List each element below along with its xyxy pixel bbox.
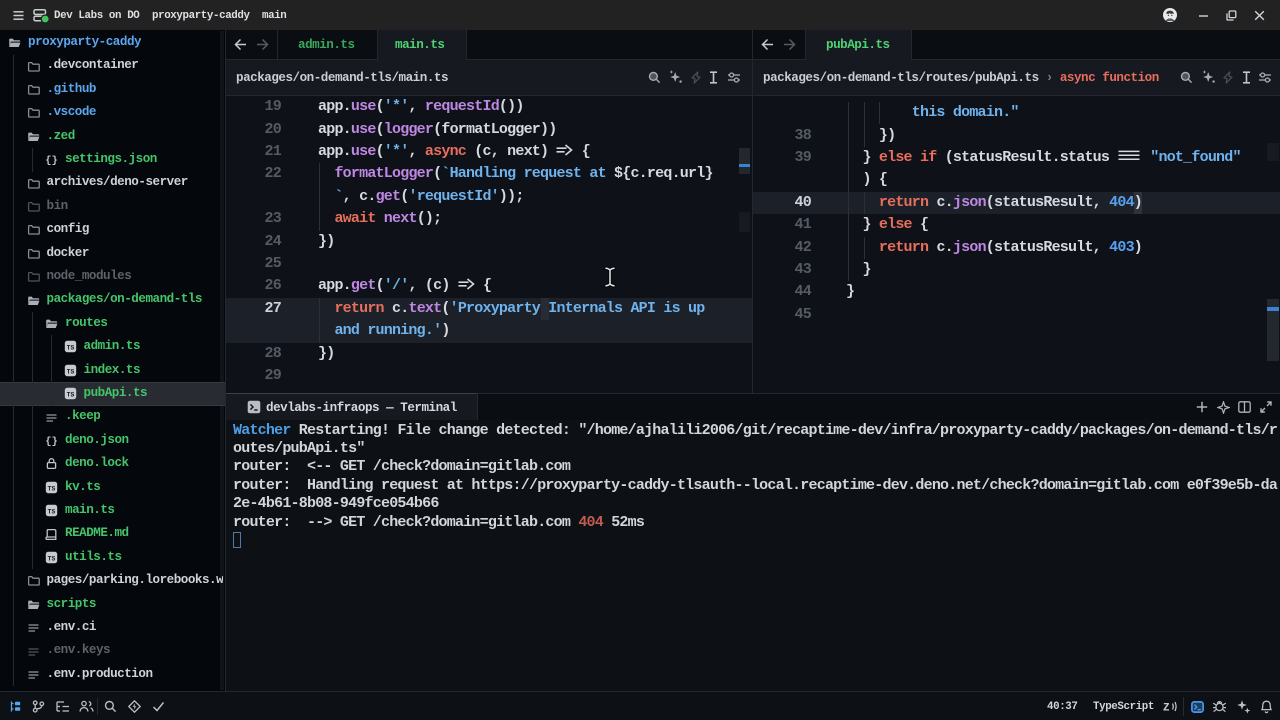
svg-text:Z: Z — [1163, 703, 1170, 714]
svg-text:{}: {} — [45, 436, 58, 447]
svg-text:TS: TS — [66, 368, 74, 375]
svg-text:TS: TS — [66, 392, 74, 399]
svg-text:TS: TS — [48, 509, 56, 516]
svg-text:TS: TS — [48, 485, 56, 492]
svg-text:{}: {} — [45, 155, 58, 166]
svg-text:TS: TS — [48, 556, 56, 563]
svg-text:TS: TS — [66, 345, 74, 352]
